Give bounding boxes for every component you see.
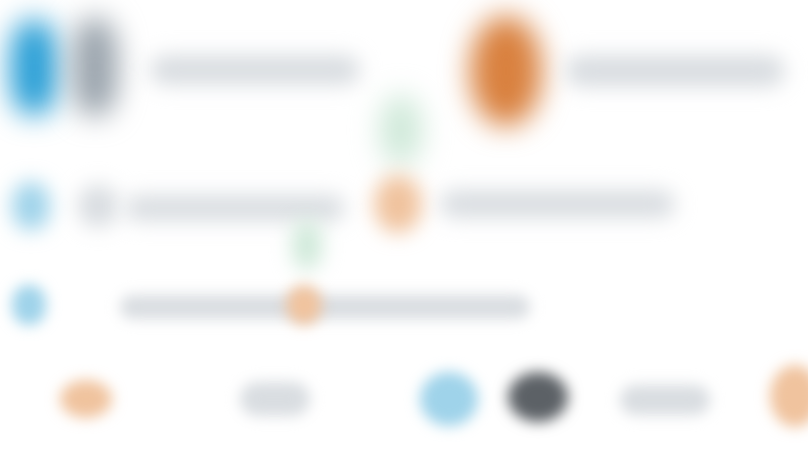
row2-gray-shape <box>78 185 118 227</box>
row1-green-shape <box>380 95 422 165</box>
row2-orange-shape <box>374 175 422 233</box>
row1-gray-shape <box>72 18 118 116</box>
row2-green-shape <box>292 220 322 270</box>
row2-blue-shape <box>12 182 50 230</box>
bottom-dark-shape <box>508 372 568 422</box>
row1-orange-shape <box>470 16 542 126</box>
bottom-gray-shape <box>240 382 310 416</box>
row3-orange-shape <box>286 285 322 325</box>
row2-text-bar-left <box>125 195 345 221</box>
bottom-orange-shape-right <box>770 365 808 427</box>
bottom-gray-shape-right <box>620 385 710 415</box>
row1-text-bar-right <box>565 55 785 87</box>
row3-blue-shape <box>12 285 46 325</box>
row1-text-bar-left <box>150 55 360 85</box>
row2-text-bar-right <box>440 190 675 218</box>
bottom-orange-shape-left <box>60 380 112 418</box>
row3-text-bar <box>120 295 530 319</box>
row1-blue-shape <box>10 20 58 115</box>
blurred-canvas <box>0 0 808 455</box>
bottom-blue-shape <box>420 372 478 426</box>
